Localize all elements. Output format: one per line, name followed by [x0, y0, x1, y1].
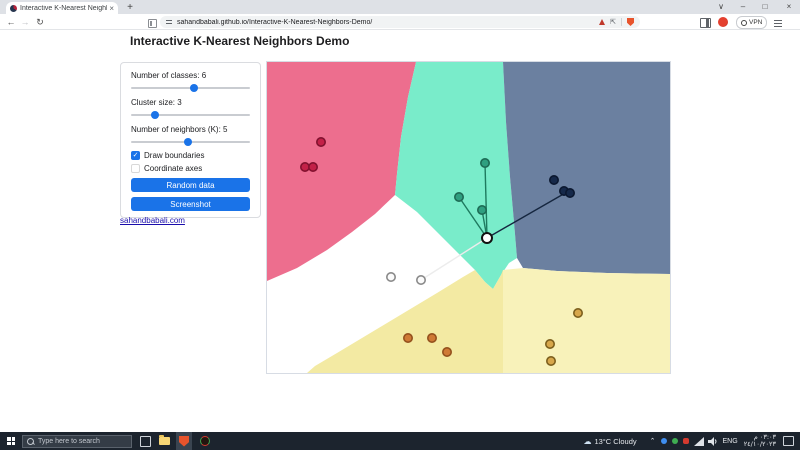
point-orange: [428, 334, 436, 342]
tray-app-blue-icon[interactable]: [661, 438, 667, 444]
point-green: [481, 159, 489, 167]
brave-taskbar-button[interactable]: [176, 432, 192, 450]
network-icon[interactable]: [694, 437, 704, 446]
point-navy: [550, 176, 558, 184]
tray-app-red-icon[interactable]: [683, 438, 689, 444]
tab-title: Interactive K-Nearest Neighbo...: [20, 5, 107, 12]
window-maximize-button[interactable]: □: [758, 1, 772, 12]
brave-shield-icon[interactable]: [627, 18, 634, 26]
action-center-icon[interactable]: [783, 436, 794, 446]
cluster-size-slider[interactable]: [131, 110, 250, 120]
screenshot-button[interactable]: Screenshot: [131, 197, 250, 211]
point-red: [301, 163, 309, 171]
language-indicator[interactable]: ENG: [723, 438, 738, 445]
window-minimize-button[interactable]: –: [736, 1, 750, 12]
vpn-button[interactable]: VPN: [736, 16, 767, 29]
region-yellow-right: [503, 268, 670, 373]
tab-close-icon[interactable]: ×: [109, 4, 114, 13]
address-bar-divider: [621, 18, 622, 26]
knn-canvas-svg[interactable]: [267, 62, 670, 373]
draw-boundaries-label: Draw boundaries: [144, 151, 204, 160]
random-data-button[interactable]: Random data: [131, 178, 250, 192]
point-gold: [547, 357, 555, 365]
window-close-button[interactable]: ×: [782, 1, 796, 12]
search-icon: [27, 438, 34, 445]
point-gold: [574, 309, 582, 317]
browser-app-icon[interactable]: [200, 436, 210, 446]
vpn-label: VPN: [749, 19, 762, 26]
tray-app-green-icon[interactable]: [672, 438, 678, 444]
point-orange: [443, 348, 451, 356]
point-orange: [404, 334, 412, 342]
share-icon[interactable]: ⇱: [610, 18, 616, 26]
brave-rewards-icon[interactable]: [599, 19, 605, 25]
point-green: [478, 206, 486, 214]
brave-icon: [179, 436, 189, 447]
control-panel: Number of classes: 6 Cluster size: 3 Num…: [120, 62, 261, 218]
point-white: [417, 276, 425, 284]
point-gold: [546, 340, 554, 348]
neighbors-slider[interactable]: [131, 137, 250, 147]
site-info-icon[interactable]: [166, 19, 172, 25]
cluster-size-slider-label: Cluster size: 3: [131, 98, 250, 107]
search-placeholder: Type here to search: [38, 438, 100, 445]
tray-expand-icon[interactable]: ⌃: [650, 437, 656, 445]
browser-tab[interactable]: Interactive K-Nearest Neighbo... ×: [6, 2, 118, 14]
profile-avatar-icon[interactable]: [718, 17, 728, 27]
reading-list-icon[interactable]: [148, 19, 157, 28]
coordinate-axes-row[interactable]: Coordinate axes: [131, 163, 250, 173]
author-link[interactable]: sahandbabali.com: [120, 216, 185, 225]
classes-slider[interactable]: [131, 83, 250, 93]
menu-icon[interactable]: [774, 18, 782, 26]
tab-strip: Interactive K-Nearest Neighbo... × + ∨ –…: [0, 0, 800, 14]
coordinate-axes-checkbox[interactable]: [131, 164, 140, 173]
reload-button[interactable]: ↻: [34, 16, 46, 28]
window-chevron-icon[interactable]: ∨: [714, 1, 728, 12]
url-text[interactable]: sahandbabali.github.io/Interactive-K-Nea…: [177, 19, 594, 26]
point-white: [387, 273, 395, 281]
point-green: [455, 193, 463, 201]
query-point: [482, 233, 492, 243]
slider-track: [131, 114, 250, 116]
slider-thumb[interactable]: [190, 84, 198, 92]
neighbors-slider-label: Number of neighbors (K): 5: [131, 125, 250, 134]
classes-slider-label: Number of classes: 6: [131, 71, 250, 80]
tab-favicon-icon: [10, 5, 17, 12]
knn-canvas[interactable]: [266, 61, 671, 374]
side-panel-icon[interactable]: [700, 18, 711, 28]
slider-thumb[interactable]: [184, 138, 192, 146]
back-button[interactable]: ←: [5, 16, 17, 28]
taskbar-clock[interactable]: ٠٣:٠٣ م ٢٤/١٠/٢٠٢٣: [744, 434, 776, 449]
draw-boundaries-row[interactable]: ✓ Draw boundaries: [131, 150, 250, 160]
windows-logo-icon: [7, 437, 15, 445]
weather-text: 13°C Cloudy: [594, 437, 636, 446]
start-button[interactable]: [0, 432, 22, 450]
vpn-status-icon: [741, 20, 747, 26]
point-red: [309, 163, 317, 171]
forward-button[interactable]: →: [19, 16, 31, 28]
clock-date: ٢٤/١٠/٢٠٢٣: [744, 441, 776, 448]
region-slate: [503, 62, 670, 274]
volume-icon[interactable]: [708, 437, 717, 446]
cloud-icon: ☁: [583, 437, 591, 446]
slider-thumb[interactable]: [151, 111, 159, 119]
draw-boundaries-checkbox[interactable]: ✓: [131, 151, 140, 160]
page-content: Interactive K-Nearest Neighbors Demo Num…: [0, 30, 800, 432]
file-explorer-icon[interactable]: [159, 437, 170, 445]
point-red: [317, 138, 325, 146]
taskbar-weather[interactable]: ☁ 13°C Cloudy: [583, 437, 636, 446]
task-view-icon[interactable]: [140, 436, 151, 447]
point-navy: [566, 189, 574, 197]
system-tray: ☁ 13°C Cloudy ⌃ ENG ٠٣:٠٣ م ٢٤/١٠/٢٠٢٣: [583, 432, 800, 450]
coordinate-axes-label: Coordinate axes: [144, 164, 202, 173]
address-bar[interactable]: sahandbabali.github.io/Interactive-K-Nea…: [160, 16, 640, 28]
new-tab-button[interactable]: +: [124, 2, 136, 14]
windows-taskbar: Type here to search ☁ 13°C Cloudy ⌃ ENG …: [0, 432, 800, 450]
taskbar-search[interactable]: Type here to search: [22, 435, 132, 448]
page-title: Interactive K-Nearest Neighbors Demo: [130, 34, 349, 48]
